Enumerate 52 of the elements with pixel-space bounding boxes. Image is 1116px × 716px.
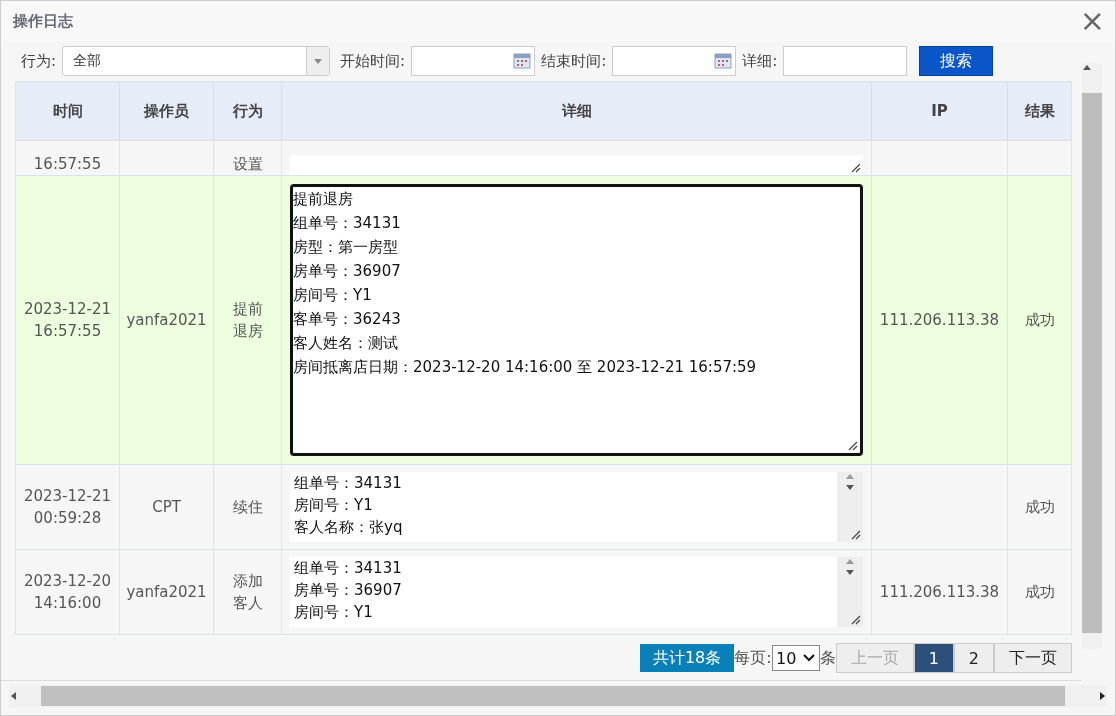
close-button[interactable]: × bbox=[1079, 6, 1105, 36]
filter-label: 开始时间: bbox=[340, 51, 406, 71]
detail-text: 提前退房 组单号：34131 房型：第一房型 房单号：36907 房间号：Y1 客单号：36243 客人姓名：测试 房间抵离店日期：2023-12-20 14:16:00 至 2023-12-21 16:57:59 bbox=[293, 189, 758, 378]
table-row[interactable]: 2023-12-21 00:59:28 CPT 续住 组单号：34131 房间号：Y1 客人名称：张yq 成功 bbox=[16, 464, 1071, 549]
result-cell-text: 成功 bbox=[1023, 582, 1056, 603]
filter-label: 行为: bbox=[21, 51, 57, 71]
textarea-scrollbar[interactable] bbox=[837, 472, 863, 542]
detail-textarea[interactable]: 组单号：34131 房单号：36907 房间号：Y1 bbox=[290, 557, 863, 627]
result-cell-text: 成功 bbox=[1023, 497, 1056, 518]
detail-textarea[interactable]: 提前退房 组单号：34131 房型：第一房型 房单号：36907 房间号：Y1 客单号：36243 客人姓名：测试 房间抵离店日期：2023-12-20 14:16:00 至 2023-12-21 16:57:59 bbox=[290, 184, 863, 456]
textarea-scrollbar[interactable] bbox=[837, 557, 863, 627]
result-cell-text: 成功 bbox=[1023, 310, 1056, 331]
search-button[interactable]: 搜索 bbox=[919, 46, 994, 76]
detail-field[interactable] bbox=[783, 46, 908, 76]
calendar-icon[interactable] bbox=[714, 53, 733, 69]
action-cell: 添加客人 bbox=[214, 550, 282, 634]
detail-textarea[interactable]: 组单号：34131 房间号：Y1 客人名称：张yq bbox=[290, 472, 863, 542]
scroll-left-icon[interactable] bbox=[9, 691, 19, 701]
per-page-unit: 条 bbox=[819, 647, 836, 669]
ip-cell: 111.206.113.38 bbox=[872, 550, 1008, 634]
date-field[interactable] bbox=[612, 46, 737, 76]
detail-text: 组单号：34131 房间号：Y1 客人名称：张yq bbox=[293, 473, 404, 538]
per-page-label: 每页: bbox=[734, 647, 772, 669]
scroll-down-icon[interactable] bbox=[845, 482, 855, 492]
scroll-right-icon[interactable] bbox=[1097, 691, 1107, 701]
filter-label: 结束时间: bbox=[541, 51, 607, 71]
filter-label: 详细: bbox=[742, 51, 778, 71]
resize-grip-icon[interactable] bbox=[851, 163, 861, 173]
scrollbar-thumb[interactable] bbox=[41, 686, 1065, 706]
next-page-button[interactable]: 下一页 bbox=[994, 643, 1072, 673]
scroll-up-icon[interactable] bbox=[1082, 63, 1092, 73]
page-button[interactable]: 1 bbox=[913, 643, 954, 673]
scroll-down-icon[interactable] bbox=[845, 567, 855, 577]
column-header: 结果 bbox=[1023, 100, 1056, 122]
window-title: 操作日志 bbox=[13, 11, 73, 31]
horizontal-scrollbar[interactable] bbox=[9, 685, 1107, 707]
time-cell: 2023-12-20 14:16:00 bbox=[16, 550, 120, 634]
action-select[interactable]: 全部 bbox=[62, 46, 331, 76]
table-row[interactable]: 16:57:55 设置 bbox=[16, 140, 1071, 175]
calendar-icon[interactable] bbox=[513, 53, 532, 69]
resize-grip-icon[interactable] bbox=[851, 530, 861, 540]
chevron-down-icon[interactable] bbox=[803, 654, 816, 662]
date-field[interactable] bbox=[411, 46, 536, 76]
operator-cell: yanfa2021 bbox=[120, 550, 214, 634]
table-row[interactable]: 2023-12-20 14:16:00 yanfa2021 添加客人 组单号：34131 房单号：36907 房间号：Y1 111.206.113.38 成功 bbox=[16, 549, 1071, 634]
per-page-select[interactable]: 10 bbox=[771, 645, 820, 671]
detail-text: 组单号：34131 房单号：36907 房间号：Y1 bbox=[293, 558, 403, 623]
table-row[interactable]: 2023-12-21 16:57:55 yanfa2021 提前退房 提前退房 组单号：34131 房型：第一房型 房单号：36907 房间号：Y1 客单号：36243 客人姓名：测试 房间抵离店日期：2023-12-20 14:16:00 至 2023-12-21 16:57:59 111.206.113.38 成功 bbox=[16, 175, 1071, 464]
page-button[interactable]: 2 bbox=[953, 643, 994, 673]
resize-grip-icon[interactable] bbox=[851, 615, 861, 625]
resize-grip-icon[interactable] bbox=[848, 441, 858, 451]
total-count: 共计18条 bbox=[639, 644, 735, 672]
